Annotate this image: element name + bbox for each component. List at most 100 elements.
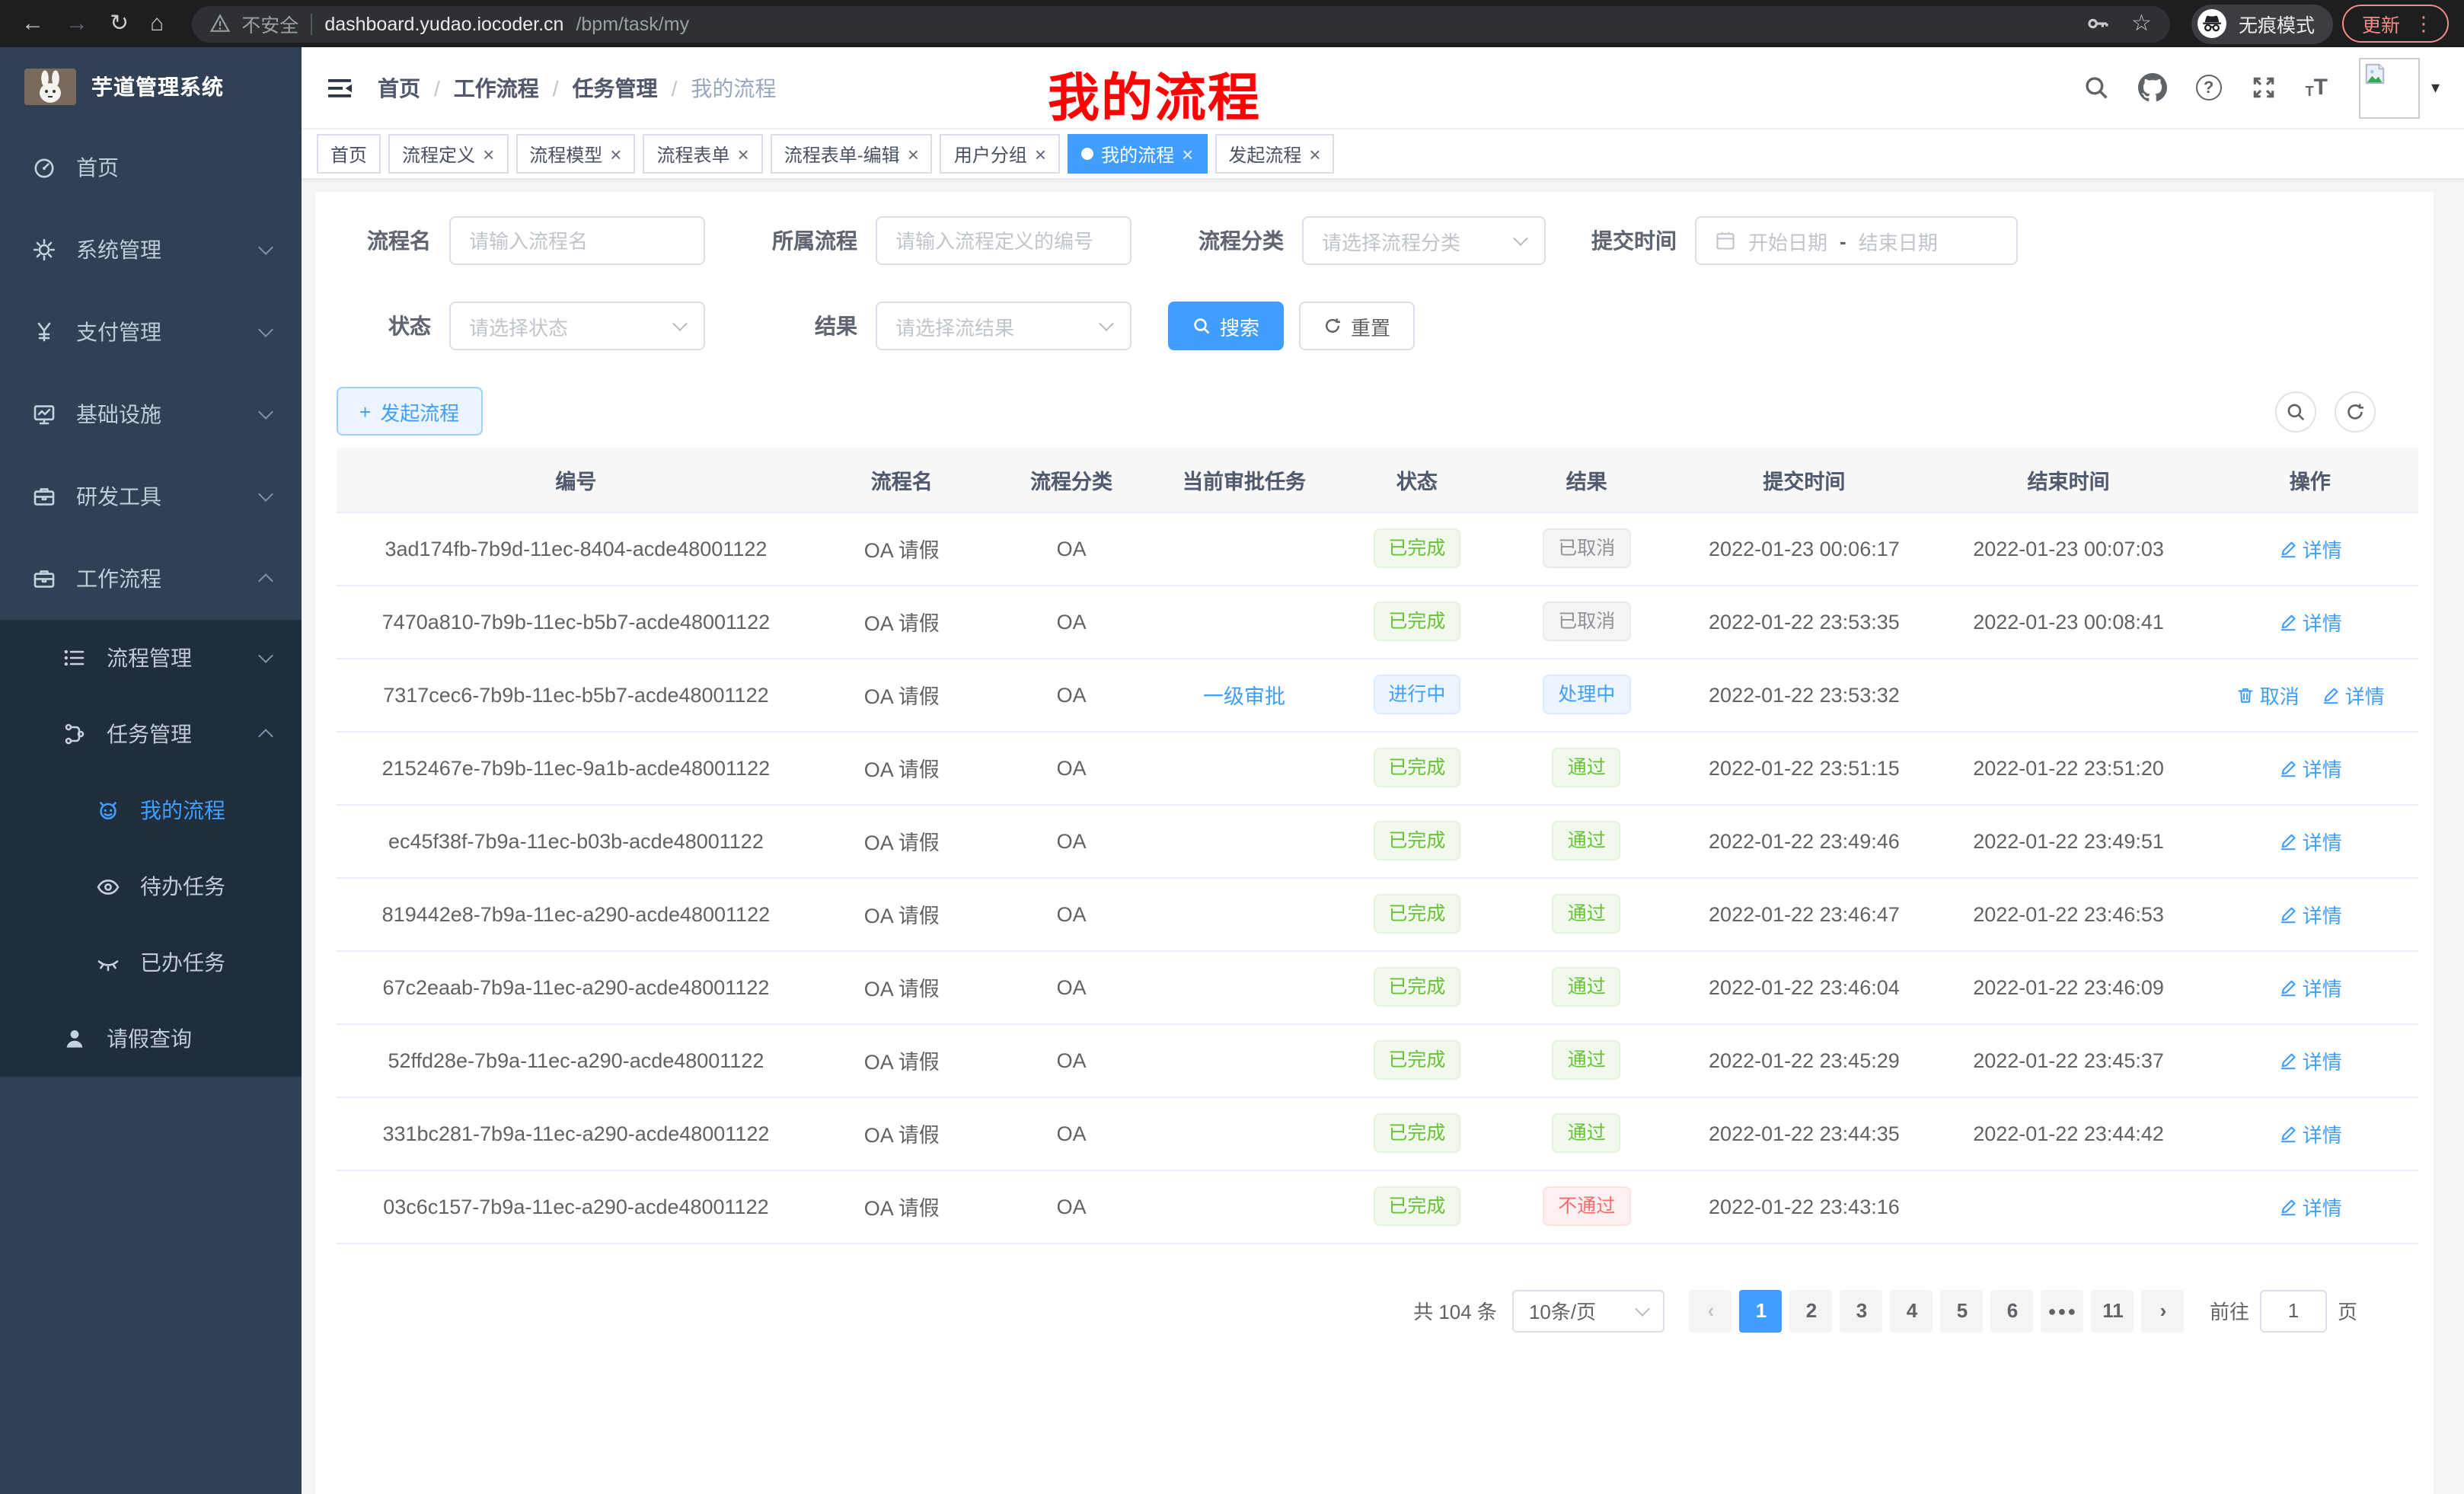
reset-button[interactable]: 重置 xyxy=(1299,302,1415,350)
pagination-page-3[interactable]: 3 xyxy=(1840,1289,1883,1332)
sidebar-item-system[interactable]: 系统管理 xyxy=(0,209,302,291)
current-task-link[interactable]: 一级审批 xyxy=(1203,685,1285,708)
process-category-select[interactable]: 请选择流程分类 xyxy=(1302,216,1546,265)
action-detail-link[interactable]: 详情 xyxy=(2278,607,2342,636)
pagination-prev-button[interactable]: ‹ xyxy=(1690,1289,1732,1332)
tab-start-process[interactable]: 发起流程× xyxy=(1214,134,1334,174)
forward-icon[interactable]: → xyxy=(65,12,88,35)
parent-process-input[interactable] xyxy=(876,216,1131,265)
sidebar-item-leave-query[interactable]: 请假查询 xyxy=(0,1001,302,1077)
browser-update-button[interactable]: 更新 ⋮ xyxy=(2342,5,2449,43)
cell-submit-time: 2022-01-22 23:51:15 xyxy=(1673,731,1935,804)
create-process-button[interactable]: + 发起流程 xyxy=(337,387,482,436)
url-path: /bpm/task/my xyxy=(576,13,689,34)
close-icon[interactable]: × xyxy=(738,144,749,164)
cell-result: 通过 xyxy=(1500,1097,1673,1170)
close-icon[interactable]: × xyxy=(1182,144,1193,164)
sidebar-item-payment[interactable]: 支付管理 xyxy=(0,291,302,373)
sidebar-item-home[interactable]: 首页 xyxy=(0,126,302,209)
sidebar-item-devtools[interactable]: 研发工具 xyxy=(0,455,302,538)
breadcrumb-item-2[interactable]: 任务管理 xyxy=(573,72,658,103)
sidebar-collapse-icon[interactable] xyxy=(326,74,353,101)
action-detail-link[interactable]: 详情 xyxy=(2278,1045,2342,1074)
cell-actions: 取消详情 xyxy=(2202,658,2418,731)
pagination-next-button[interactable]: › xyxy=(2142,1289,2185,1332)
action-label: 详情 xyxy=(2303,607,2342,636)
chevron-down-icon xyxy=(258,487,273,502)
tab-process-form-edit[interactable]: 流程表单-编辑× xyxy=(771,134,933,174)
password-key-icon[interactable] xyxy=(2084,11,2110,37)
daterange-start-placeholder: 开始日期 xyxy=(1748,226,1827,255)
action-cancel-link[interactable]: 取消 xyxy=(2236,680,2300,709)
sidebar-item-my-process[interactable]: 我的流程 xyxy=(0,772,302,848)
action-detail-link[interactable]: 详情 xyxy=(2278,972,2342,1001)
address-bar[interactable]: 不安全 dashboard.yudao.iocoder.cn /bpm/task… xyxy=(191,5,2170,42)
breadcrumb-item-0[interactable]: 首页 xyxy=(378,72,420,103)
table-row: 52ffd28e-7b9a-11ec-a290-acde48001122OA 请… xyxy=(337,1023,2418,1097)
process-name-input[interactable] xyxy=(449,216,705,265)
github-icon[interactable] xyxy=(2138,73,2167,102)
filter-row-1: 流程名 所属流程 流程分类 请选择流程分类 xyxy=(337,216,2418,265)
action-detail-link[interactable]: 详情 xyxy=(2278,826,2342,855)
pagination-page-2[interactable]: 2 xyxy=(1790,1289,1833,1332)
action-detail-link[interactable]: 详情 xyxy=(2278,753,2342,782)
close-icon[interactable]: × xyxy=(483,144,494,164)
font-size-icon[interactable]: TT xyxy=(2306,76,2328,99)
page-size-select[interactable]: 10条/页 xyxy=(1512,1289,1664,1332)
search-icon[interactable] xyxy=(2083,75,2109,101)
pagination-page-6[interactable]: 6 xyxy=(1991,1289,2034,1332)
refresh-table-icon-button[interactable] xyxy=(2335,391,2376,432)
action-detail-link[interactable]: 详情 xyxy=(2278,534,2342,563)
sidebar-item-workflow[interactable]: 工作流程 xyxy=(0,538,302,620)
action-detail-link[interactable]: 详情 xyxy=(2278,899,2342,928)
cell-status: 已完成 xyxy=(1334,1170,1501,1243)
status-select[interactable]: 请选择状态 xyxy=(449,302,705,350)
tab-process-definition[interactable]: 流程定义× xyxy=(388,134,508,174)
sidebar-item-process-mgmt[interactable]: 流程管理 xyxy=(0,620,302,696)
bookmark-star-icon[interactable]: ☆ xyxy=(2131,12,2152,35)
pagination-page-11[interactable]: 11 xyxy=(2092,1289,2134,1332)
cell-result: 通过 xyxy=(1500,877,1673,950)
tab-my-process[interactable]: 我的流程 × xyxy=(1068,134,1207,174)
result-badge: 通过 xyxy=(1553,894,1621,934)
tab-label: 流程模型 xyxy=(529,141,602,167)
user-avatar-dropdown[interactable]: ▾ xyxy=(2360,57,2440,118)
pagination-page-4[interactable]: 4 xyxy=(1891,1289,1933,1332)
submit-time-daterange[interactable]: 开始日期 - 结束日期 xyxy=(1695,216,2018,265)
tab-process-model[interactable]: 流程模型 × xyxy=(515,134,635,174)
back-icon[interactable]: ← xyxy=(21,12,44,35)
breadcrumb-separator: / xyxy=(672,75,678,100)
close-icon[interactable]: × xyxy=(908,144,919,164)
reload-icon[interactable]: ↻ xyxy=(110,12,129,35)
close-icon[interactable]: × xyxy=(1035,144,1046,164)
browser-menu-icon[interactable]: ⋮ xyxy=(2414,11,2434,36)
pagination-page-1[interactable]: 1 xyxy=(1740,1289,1783,1332)
tab-user-group[interactable]: 用户分组× xyxy=(940,134,1060,174)
sidebar-item-infra[interactable]: 基础设施 xyxy=(0,373,302,455)
action-detail-link[interactable]: 详情 xyxy=(2278,1192,2342,1221)
pagination-page-5[interactable]: 5 xyxy=(1941,1289,1984,1332)
tab-process-form[interactable]: 流程表单 × xyxy=(643,134,762,174)
sidebar-item-todo-tasks[interactable]: 待办任务 xyxy=(0,848,302,924)
action-detail-link[interactable]: 详情 xyxy=(2278,1119,2342,1148)
tab-home[interactable]: 首页 xyxy=(317,134,381,174)
tab-label: 我的流程 xyxy=(1101,141,1174,167)
sidebar-item-task-mgmt[interactable]: 任务管理 xyxy=(0,696,302,772)
action-detail-link[interactable]: 详情 xyxy=(2321,680,2385,709)
goto-page-input[interactable] xyxy=(2260,1289,2327,1332)
tab-label: 流程表单 xyxy=(656,141,729,167)
yen-icon xyxy=(30,320,58,344)
show-search-icon-button[interactable] xyxy=(2275,391,2316,432)
sidebar-item-done-tasks[interactable]: 已办任务 xyxy=(0,924,302,1001)
result-select[interactable]: 请选择流结果 xyxy=(876,302,1131,350)
close-icon[interactable]: × xyxy=(610,144,621,164)
fullscreen-icon[interactable] xyxy=(2251,75,2277,101)
screen: ← → ↻ ⌂ 不安全 dashboard.yudao.iocoder.cn /… xyxy=(0,0,2464,1494)
pagination-ellipsis[interactable]: ●●● xyxy=(2041,1289,2084,1332)
table-header-cell: 流程名 xyxy=(815,448,988,512)
home-icon[interactable]: ⌂ xyxy=(150,12,164,35)
breadcrumb-item-1[interactable]: 工作流程 xyxy=(454,72,539,103)
close-icon[interactable]: × xyxy=(1309,144,1320,164)
search-button[interactable]: 搜索 xyxy=(1168,302,1284,350)
help-icon[interactable]: ? xyxy=(2196,75,2222,101)
